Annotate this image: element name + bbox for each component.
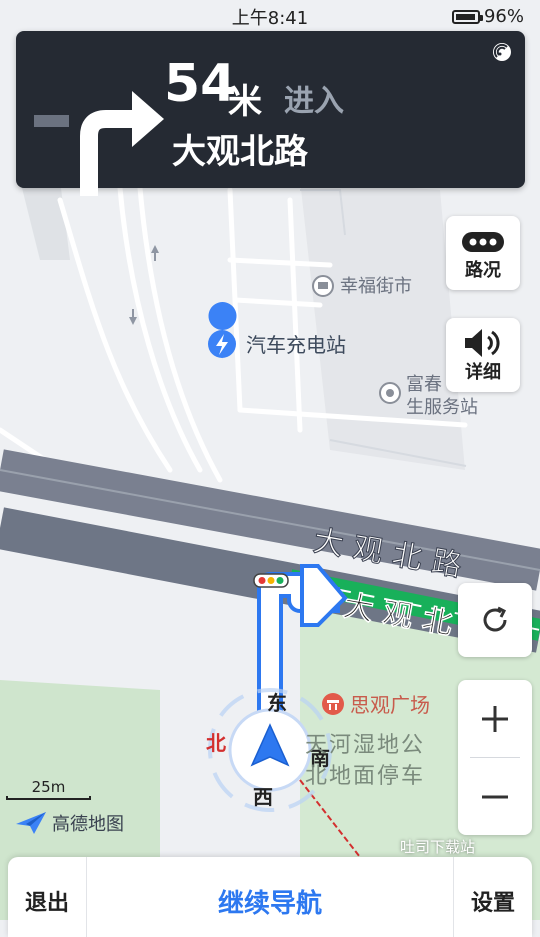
watermark: 吐司下载站 (400, 838, 476, 856)
detail-label: 详细 (465, 362, 501, 383)
guidance-card[interactable]: 54 米 进入 大观北路 (16, 31, 525, 196)
battery-percent: 96% (483, 6, 524, 27)
compass-east: 东 (267, 691, 287, 715)
poi-label: 幸福街市 (340, 276, 412, 296)
battery-indicator: 96% (451, 6, 524, 27)
voice-broadcast-icon[interactable] (491, 41, 513, 63)
status-bar: 上午8:41 96% (0, 0, 540, 32)
poi-label-line1: 天河湿地公 (305, 732, 425, 757)
scale-bar (6, 796, 91, 800)
poi-label-line2: 生服务站 (406, 397, 478, 417)
map-scale: 25m (6, 778, 91, 800)
traffic-dots-icon (462, 232, 504, 252)
plaza-icon (322, 693, 344, 715)
plus-icon (482, 706, 508, 732)
amap-logo: 高德地图 (14, 810, 124, 836)
poi-market[interactable]: 幸福街市 (312, 275, 412, 297)
minus-icon (482, 795, 508, 799)
traffic-button[interactable]: 路况 (446, 216, 520, 290)
poi-plaza[interactable]: 思观广场 (322, 693, 430, 717)
refresh-icon (483, 606, 507, 632)
next-road-name: 大观北路 (172, 132, 308, 172)
amap-logo-icon (16, 812, 46, 834)
detail-button[interactable]: 详细 (446, 318, 520, 392)
exit-button[interactable]: 退出 (8, 857, 86, 937)
turn-right-arrow-icon (34, 91, 164, 196)
settings-button[interactable]: 设置 (454, 857, 532, 937)
zoom-in-button[interactable] (458, 680, 532, 757)
refresh-button[interactable] (458, 583, 532, 657)
poi-label-line1: 富春 (406, 374, 442, 394)
battery-icon (451, 9, 483, 24)
distance-value: 54 (164, 54, 237, 114)
poi-label: 思观广场 (350, 694, 430, 717)
zoom-control (458, 680, 532, 835)
action-text: 进入 (284, 84, 344, 119)
compass-north: 北 (206, 732, 226, 755)
distance-unit: 米 (228, 82, 262, 122)
zoom-out-button[interactable] (458, 758, 532, 835)
amap-logo-text: 高德地图 (52, 814, 124, 835)
scale-label: 25m (31, 778, 66, 796)
poi-label: 汽车充电站 (246, 334, 346, 357)
bottom-action-bar: 退出 继续导航 设置 (8, 857, 532, 937)
battery-level (455, 13, 476, 20)
speaker-icon (465, 329, 500, 357)
continue-navigation-button[interactable]: 继续导航 (86, 857, 454, 937)
traffic-label: 路况 (465, 260, 501, 281)
compass-west: 西 (253, 787, 273, 809)
poi-label-line2: 北地面停车 (305, 763, 425, 788)
